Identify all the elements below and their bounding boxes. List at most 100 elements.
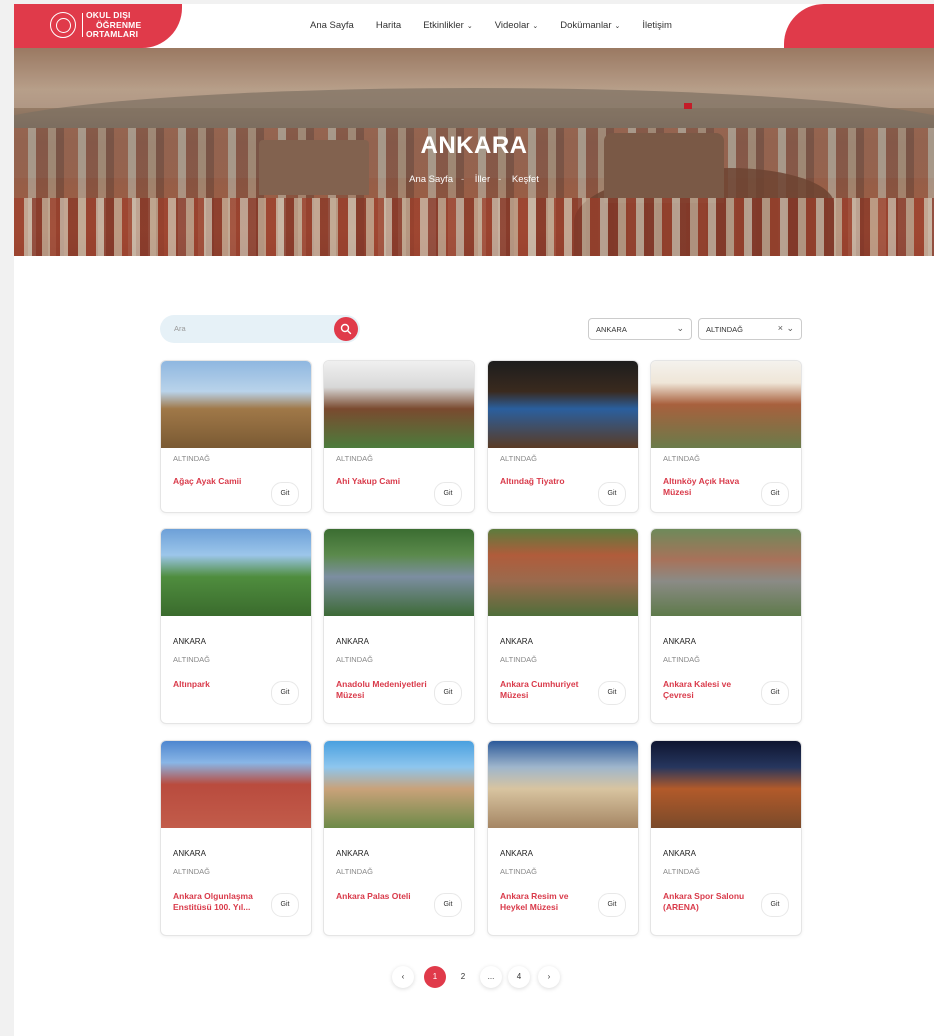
page-button-1[interactable]: 1 — [424, 966, 446, 988]
place-card[interactable]: ANKARA ALTINDAĞ Ankara Spor Salonu (ARENA)… — [650, 740, 802, 936]
go-button[interactable]: Git — [271, 482, 299, 506]
next-page-button[interactable]: › — [538, 966, 560, 988]
place-image[interactable] — [488, 529, 638, 616]
place-title[interactable]: Ankara Spor Salonu (ARENA) — [663, 891, 758, 913]
place-title[interactable]: Altındağ Tiyatro — [500, 476, 595, 487]
place-image[interactable] — [161, 529, 311, 616]
go-button[interactable]: Git — [598, 482, 626, 506]
place-card[interactable]: ALTINDAĞ Ahi Yakup Cami Git — [323, 360, 475, 513]
place-card[interactable]: ANKARA ALTINDAĞ Ankara Resim ve Heykel Müz… — [487, 740, 639, 936]
place-image[interactable] — [161, 361, 311, 448]
place-district: ALTINDAĞ — [663, 655, 700, 664]
place-district: ALTINDAĞ — [173, 655, 210, 664]
place-image[interactable] — [488, 741, 638, 828]
nav-item-map[interactable]: Harita — [376, 20, 401, 31]
place-city: ANKARA — [336, 849, 369, 858]
main-nav: Ana Sayfa Harita Etkinlikler ⌄ Videolar ⌄ … — [310, 20, 694, 31]
nav-item-home[interactable]: Ana Sayfa — [310, 20, 354, 31]
go-button[interactable]: Git — [761, 482, 789, 506]
place-district: ALTINDAĞ — [173, 454, 210, 463]
page-button-2[interactable]: 2 — [452, 966, 474, 988]
go-button[interactable]: Git — [761, 893, 789, 917]
place-title[interactable]: Ahi Yakup Cami — [336, 476, 431, 487]
go-button[interactable]: Git — [761, 681, 789, 705]
place-card[interactable]: ALTINDAĞ Ağaç Ayak Camii Git — [160, 360, 312, 513]
district-select[interactable]: ALTINDAĞ × ⌄ — [698, 318, 802, 340]
place-image[interactable] — [651, 529, 801, 616]
search-input[interactable]: Ara — [160, 315, 360, 343]
place-card[interactable]: ALTINDAĞ Altınköy Açık Hava Müzesi Git — [650, 360, 802, 513]
logo-text: OKUL DIŞI ÖĞRENME ORTAMLARI — [86, 10, 141, 40]
site-header: OKUL DIŞI ÖĞRENME ORTAMLARI Ana Sayfa Ha… — [14, 4, 934, 48]
place-district: ALTINDAĞ — [336, 655, 373, 664]
district-select-value: ALTINDAĞ — [706, 325, 743, 334]
place-card[interactable]: ANKARA ALTINDAĞ Anadolu Medeniyetleri Müze… — [323, 528, 475, 724]
logo-line-3: ORTAMLARI — [86, 29, 139, 39]
place-card[interactable]: ANKARA ALTINDAĞ Ankara Cumhuriyet Müzesi Gi… — [487, 528, 639, 724]
place-image[interactable] — [161, 741, 311, 828]
prev-page-button[interactable]: ‹ — [392, 966, 414, 988]
chevron-left-icon: ‹ — [401, 972, 405, 981]
breadcrumb-home[interactable]: Ana Sayfa — [409, 174, 453, 185]
place-district: ALTINDAĞ — [173, 867, 210, 876]
search-icon — [340, 323, 352, 335]
breadcrumb-separator: - — [498, 174, 502, 185]
place-card[interactable]: ANKARA ALTINDAĞ Ankara Palas Oteli Git — [323, 740, 475, 936]
nav-item-contact[interactable]: İletişim — [642, 20, 672, 31]
nav-item-documents[interactable]: Dokümanlar ⌄ — [560, 20, 620, 31]
nav-label: Videolar — [494, 20, 530, 31]
place-title[interactable]: Ağaç Ayak Camii — [173, 476, 268, 487]
place-district: ALTINDAĞ — [500, 655, 537, 664]
place-title[interactable]: Altınköy Açık Hava Müzesi — [663, 476, 758, 498]
place-city: ANKARA — [500, 637, 533, 646]
place-card[interactable]: ALTINDAĞ Altındağ Tiyatro Git — [487, 360, 639, 513]
breadcrumb: Ana Sayfa - İller - Keşfet — [14, 174, 934, 185]
nav-label: İletişim — [642, 20, 672, 31]
place-card[interactable]: ANKARA ALTINDAĞ Ankara Olgunlaşma Enstitüs… — [160, 740, 312, 936]
place-title[interactable]: Ankara Palas Oteli — [336, 891, 431, 902]
go-button[interactable]: Git — [434, 893, 462, 917]
place-image[interactable] — [324, 529, 474, 616]
nav-item-videos[interactable]: Videolar ⌄ — [495, 20, 539, 31]
place-title[interactable]: Anadolu Medeniyetleri Müzesi — [336, 679, 431, 701]
go-button[interactable]: Git — [598, 893, 626, 917]
place-card[interactable]: ANKARA ALTINDAĞ Ankara Kalesi ve Çevresi Gi… — [650, 528, 802, 724]
place-image[interactable] — [651, 361, 801, 448]
place-city: ANKARA — [663, 637, 696, 646]
logo[interactable]: OKUL DIŞI ÖĞRENME ORTAMLARI — [14, 4, 182, 48]
place-title[interactable]: Ankara Resim ve Heykel Müzesi — [500, 891, 595, 913]
place-image[interactable] — [488, 361, 638, 448]
place-city: ANKARA — [500, 849, 533, 858]
search-placeholder: Ara — [174, 324, 186, 333]
province-select-value: ANKARA — [596, 325, 627, 334]
place-title[interactable]: Ankara Kalesi ve Çevresi — [663, 679, 758, 701]
place-image[interactable] — [324, 741, 474, 828]
chevron-down-icon: ⌄ — [614, 22, 621, 30]
clear-icon[interactable]: × — [778, 323, 783, 333]
place-city: ANKARA — [173, 637, 206, 646]
province-select[interactable]: ANKARA ⌄ — [588, 318, 692, 340]
go-button[interactable]: Git — [434, 681, 462, 705]
place-image[interactable] — [324, 361, 474, 448]
search-button[interactable] — [334, 317, 358, 341]
place-image[interactable] — [651, 741, 801, 828]
place-city: ANKARA — [173, 849, 206, 858]
page: OKUL DIŞI ÖĞRENME ORTAMLARI Ana Sayfa Ha… — [14, 4, 934, 1036]
go-button[interactable]: Git — [271, 681, 299, 705]
logo-divider — [82, 13, 83, 37]
page-button-4[interactable]: 4 — [508, 966, 530, 988]
place-title[interactable]: Ankara Olgunlaşma Enstitüsü 100. Yıl... — [173, 891, 268, 913]
place-title[interactable]: Altınpark — [173, 679, 268, 690]
place-district: ALTINDAĞ — [663, 867, 700, 876]
breadcrumb-separator: - — [460, 174, 465, 185]
place-card[interactable]: ANKARA ALTINDAĞ Altınpark Git — [160, 528, 312, 724]
nav-label: Etkinlikler — [423, 20, 464, 31]
breadcrumb-provinces[interactable]: İller — [475, 174, 490, 185]
page-ellipsis: ... — [480, 966, 502, 988]
hero-banner: ANKARA Ana Sayfa - İller - Keşfet — [14, 48, 934, 256]
place-title[interactable]: Ankara Cumhuriyet Müzesi — [500, 679, 595, 701]
go-button[interactable]: Git — [434, 482, 462, 506]
nav-item-events[interactable]: Etkinlikler ⌄ — [423, 20, 473, 31]
go-button[interactable]: Git — [598, 681, 626, 705]
go-button[interactable]: Git — [271, 893, 299, 917]
